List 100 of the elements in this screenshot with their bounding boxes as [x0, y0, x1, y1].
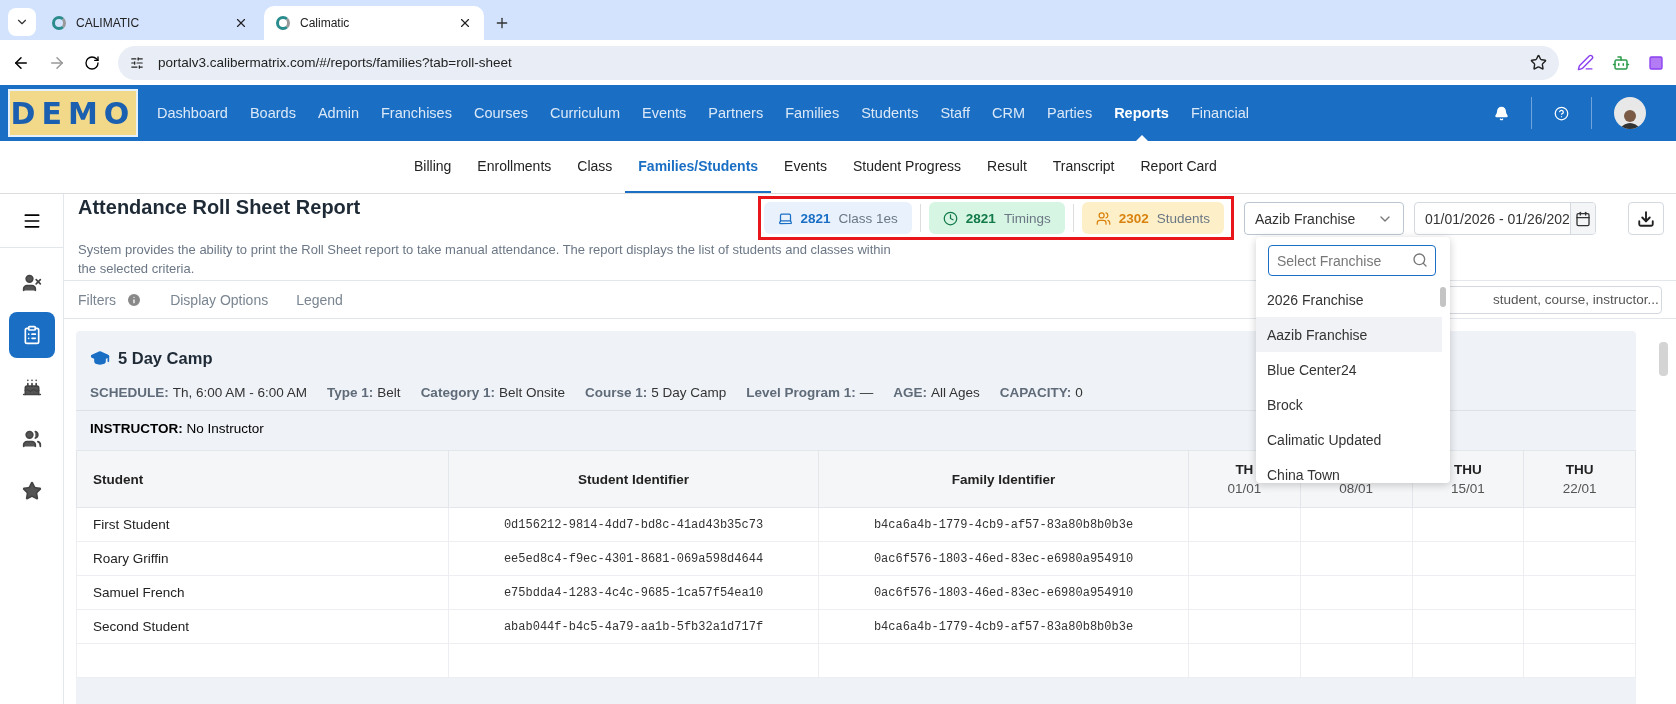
table-cell: b4ca6a4b-1779-4cb9-af57-83a80b8b0b3e [818, 609, 1189, 644]
subnav-tab[interactable]: Families/Students [625, 141, 772, 193]
subnav-tab[interactable]: Result [974, 141, 1040, 193]
help-icon[interactable] [1554, 105, 1569, 121]
calendar-icon[interactable] [1574, 210, 1591, 227]
nav-item[interactable]: Financial [1179, 85, 1260, 141]
detail-label: Type 1: [327, 385, 374, 400]
table-cell: abab044f-b4c5-4a79-aa1b-5fb32a1d717f [448, 609, 819, 644]
franchise-option[interactable]: Brock [1256, 387, 1442, 422]
people-icon [1095, 210, 1111, 226]
table-cell: ee5ed8c4-f9ec-4301-8681-069a598d4644 [448, 541, 819, 576]
subnav-tab[interactable]: Transcript [1039, 141, 1128, 193]
table-cell: Samuel French [76, 575, 449, 610]
franchise-select[interactable]: Aazib Franchise [1244, 202, 1404, 235]
table-cell: Second Student [76, 609, 449, 644]
nav-item[interactable]: Curriculum [538, 85, 631, 141]
pen-icon[interactable] [1577, 54, 1594, 71]
nav-item[interactable]: Families [774, 85, 851, 141]
avatar[interactable] [1614, 97, 1646, 129]
table-cell: e75bdda4-1283-4c4c-9685-1ca57f54ea10 [448, 575, 819, 610]
browser-tab[interactable]: Calimatic [264, 6, 484, 40]
nav-item[interactable]: Franchises [370, 85, 463, 141]
reload-icon[interactable] [84, 54, 100, 71]
day-label: TH [1235, 462, 1254, 477]
detail-value: Belt Onsite [498, 385, 565, 400]
subnav-tab[interactable]: Billing [401, 141, 465, 193]
table-cell: 0d156212-9814-4dd7-bd8c-41ad43b35c73 [448, 507, 819, 542]
nav-item[interactable]: Partners [697, 85, 775, 141]
detail-label: AGE: [893, 385, 928, 400]
nav-item[interactable]: Boards [238, 85, 307, 141]
class-title: 5 Day Camp [118, 348, 213, 368]
table-cell: 0ac6f576-1803-46ed-83ec-e6980a954910 [818, 541, 1189, 576]
detail-value: Belt [377, 385, 401, 400]
filter-tab[interactable]: Legend [296, 291, 343, 308]
subnav-tab[interactable]: Class [564, 141, 626, 193]
table-cell: First Student [76, 507, 449, 542]
date-range-field[interactable]: 01/01/2026 - 01/26/202 [1414, 202, 1596, 235]
nav-item[interactable]: Staff [929, 85, 981, 141]
subnav-tab[interactable]: Enrollments [464, 141, 565, 193]
nav-item[interactable]: CRM [980, 85, 1036, 141]
franchise-option[interactable]: Aazib Franchise [1256, 317, 1442, 352]
filter-tab[interactable]: Display Options [170, 291, 269, 308]
logo[interactable]: DEMO [8, 89, 138, 137]
detail-label: SCHEDULE: [90, 385, 169, 400]
address-bar[interactable]: portalv3.calibermatrix.com/#/reports/families?tab=roll-sheet [118, 45, 1559, 80]
bookmark-star-icon[interactable] [1530, 54, 1547, 71]
bell-icon[interactable] [1494, 105, 1509, 121]
stat-badge: 2302 Students [1081, 202, 1224, 234]
detail-label: CAPACITY: [999, 385, 1072, 400]
nav-item[interactable]: Parties [1036, 85, 1104, 141]
subnav-tab[interactable]: Student Progress [839, 141, 975, 193]
star-icon [21, 481, 42, 501]
column-header: Family Identifier [818, 450, 1189, 508]
nav-item[interactable]: Reports [1103, 85, 1180, 141]
info-icon[interactable] [126, 291, 143, 308]
column-header: Student Identifier [448, 450, 819, 508]
close-icon[interactable] [458, 16, 472, 30]
detail-value: All Ages [931, 385, 980, 400]
download-button[interactable] [1628, 202, 1664, 235]
nav-item[interactable]: Dashboard [146, 85, 239, 141]
search-icon [1412, 252, 1428, 268]
franchise-option[interactable]: China Town [1256, 457, 1442, 483]
people-crossed-icon [21, 273, 42, 293]
favicon-icon [52, 16, 66, 30]
filter-tab[interactable]: Filters [78, 291, 117, 308]
detail-value: Th, 6:00 AM - 6:00 AM [172, 385, 308, 400]
clock-icon [942, 210, 958, 226]
graduation-cap-icon [90, 348, 110, 368]
date-label: 22/01 [1561, 481, 1598, 496]
browser-tab[interactable]: CALIMATIC [40, 6, 260, 40]
table-cell: b4ca6a4b-1779-4cb9-af57-83a80b8b0b3e [818, 507, 1189, 542]
scrollbar[interactable] [1659, 342, 1668, 376]
nav-item[interactable]: Courses [462, 85, 539, 141]
robot-icon[interactable] [1612, 53, 1630, 72]
people-icon [21, 429, 42, 449]
detail-value: 0 [1075, 385, 1083, 400]
franchise-search-field[interactable]: Select Franchise [1268, 245, 1436, 276]
day-label: THU [1454, 462, 1482, 477]
nav-item[interactable]: Students [850, 85, 930, 141]
download-icon [1637, 209, 1655, 228]
date-label: 15/01 [1449, 481, 1486, 496]
detail-label: Course 1: [584, 385, 648, 400]
subnav-tab[interactable]: Events [771, 141, 840, 193]
table-cell: Roary Griffin [76, 541, 449, 576]
new-tab-icon[interactable] [494, 15, 510, 31]
nav-item[interactable]: Events [631, 85, 698, 141]
site-info-icon[interactable] [130, 55, 144, 70]
nav-item[interactable]: Admin [306, 85, 370, 141]
detail-label: Level Program 1: [746, 385, 856, 400]
table-cell: 0ac6f576-1803-46ed-83ec-e6980a954910 [818, 575, 1189, 610]
subnav-tab[interactable]: Report Card [1127, 141, 1230, 193]
day-label: THU [1565, 462, 1594, 477]
extension-icon[interactable] [1648, 54, 1664, 71]
detail-value: — [859, 385, 874, 400]
close-icon[interactable] [234, 16, 248, 30]
franchise-option[interactable]: Blue Center24 [1256, 352, 1442, 387]
detail-label: Category 1: [420, 385, 495, 400]
sidebar-button[interactable] [8, 312, 55, 358]
franchise-option[interactable]: Calimatic Updated [1256, 422, 1442, 457]
scrollbar[interactable] [1440, 287, 1446, 307]
